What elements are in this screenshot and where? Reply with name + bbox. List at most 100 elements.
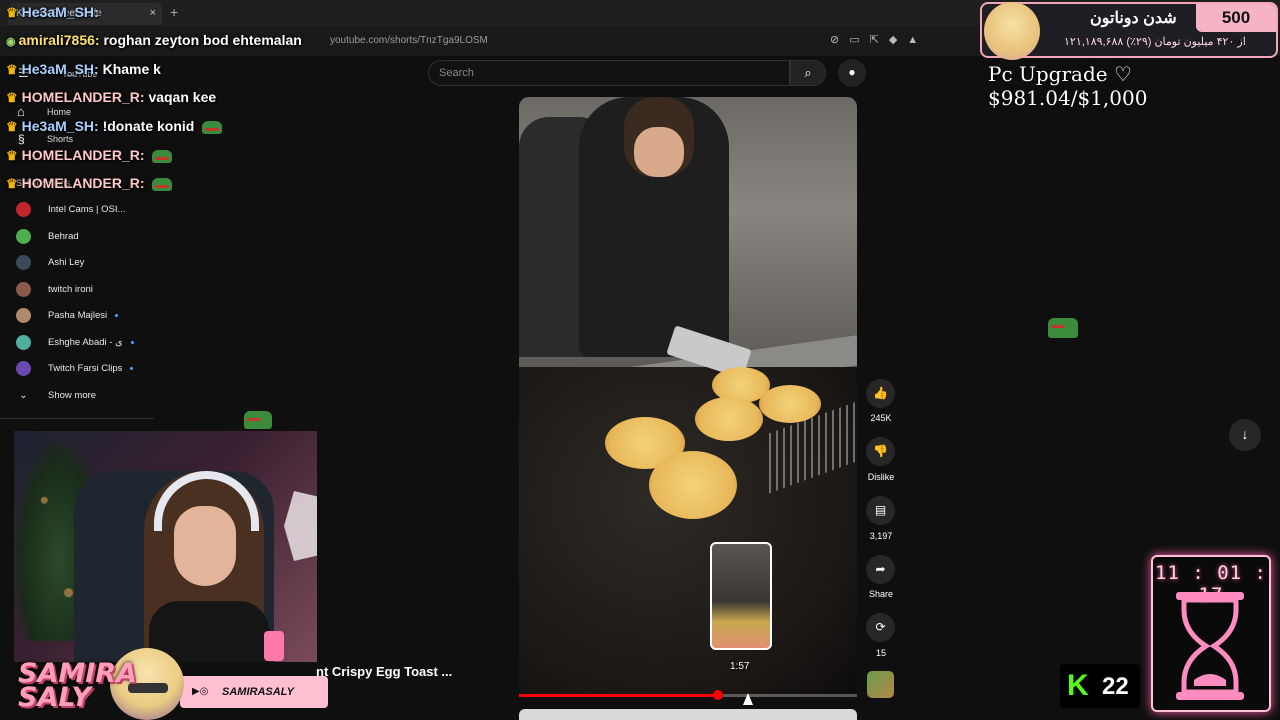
subscription-name: twitch ironi — [48, 283, 93, 295]
next-short-preview[interactable] — [519, 709, 857, 720]
subscription-item[interactable]: Eshghe Abadi - ی — [16, 333, 134, 351]
pepe-emote-icon — [152, 177, 173, 191]
chat-message: ♛ HOMELANDER_R: — [6, 147, 173, 164]
webcam-feed — [14, 431, 317, 662]
remix-icon[interactable]: ⟳ — [866, 613, 895, 642]
url-text[interactable]: youtube.com/shorts/TnzTga9LOSM — [330, 35, 488, 46]
subscription-item[interactable]: Behrad — [16, 227, 79, 245]
channel-avatar — [16, 307, 31, 323]
chat-username: He3aM_SH: — [21, 61, 99, 77]
like-icon[interactable]: 👍 — [866, 379, 895, 408]
chat-text: Khame k — [102, 61, 161, 77]
crown-icon: ♛ — [6, 176, 18, 191]
donation-progress-text: ۱۲۱,۱۸۹,۶۸۸ از ۴۲۰ میلیون تومان (۲۹٪) — [1064, 36, 1246, 48]
remix-count: 15 — [875, 648, 886, 658]
channel-avatar[interactable] — [867, 671, 894, 698]
microphone-icon[interactable]: ● — [838, 59, 866, 87]
subscription-item[interactable]: Intel Cams | OSI... — [16, 200, 125, 218]
youtube-instagram-icon: ▶◎ — [192, 686, 209, 697]
progress-scrubber[interactable] — [713, 690, 723, 700]
chat-text: !donate konid — [102, 118, 195, 134]
donation-amount: 500 — [1196, 4, 1276, 32]
short-title[interactable]: nt Crispy Egg Toast ... — [316, 664, 452, 679]
pepe-emote-icon — [152, 149, 173, 163]
crown-icon: ♛ — [6, 119, 18, 134]
channel-avatar — [16, 228, 31, 244]
crown-icon: ♛ — [6, 5, 18, 20]
subscription-name: Eshghe Abadi - ی — [48, 336, 123, 348]
search-icon[interactable]: ⌕ — [790, 60, 826, 86]
browser-extension-icons[interactable]: ⊘▭⇱◆▲ — [830, 33, 928, 46]
channel-avatar — [16, 281, 31, 297]
subscription-item[interactable]: Ashi Ley — [16, 253, 84, 271]
subscription-name: Pasha Majlesi — [48, 309, 108, 321]
subscription-item[interactable]: twitch ironi — [16, 280, 93, 298]
show-more-button[interactable]: ⌄ Show more — [16, 386, 96, 404]
donation-goal-text: Pc Upgrade ♡ $981.04/$1,000 — [988, 62, 1148, 110]
subscription-item[interactable]: Pasha Majlesi — [16, 306, 119, 324]
crown-icon: ♛ — [6, 62, 18, 77]
chat-message: ♛ He3aM_SH: !donate konid — [6, 118, 223, 135]
progress-fill — [519, 694, 718, 697]
subscription-name: Intel Cams | OSI... — [48, 203, 126, 215]
like-count: 245K — [870, 413, 892, 423]
chevron-down-icon: ⌄ — [19, 389, 28, 401]
streamer-avatar-icon — [984, 2, 1040, 60]
egg-pancake — [695, 397, 763, 441]
chat-message: ♛ HOMELANDER_R: — [6, 175, 173, 192]
chat-username: HOMELANDER_R: — [21, 89, 145, 105]
chat-username: He3aM_SH: — [21, 118, 99, 134]
pepe-emote-icon — [202, 120, 223, 134]
dislike-label: Dislike — [867, 472, 895, 482]
scrub-preview-thumbnail — [710, 542, 772, 650]
viewer-count: 22 — [1102, 673, 1129, 700]
subscription-name: Behrad — [48, 230, 79, 242]
chat-text: vaqan kee — [148, 89, 217, 105]
hourglass-icon — [1176, 592, 1244, 700]
egg-pancake — [649, 451, 737, 519]
share-icon[interactable]: ➦ — [866, 555, 895, 584]
donation-title: شدن دوناتون — [1090, 10, 1177, 27]
arrow-down-icon[interactable]: ↓ — [1229, 419, 1261, 451]
comment-icon[interactable]: ▤ — [866, 496, 895, 525]
kick-logo-icon: K — [1067, 669, 1089, 702]
share-label: Share — [868, 589, 894, 599]
chat-username: He3aM_SH: — [21, 4, 99, 20]
crown-icon: ♛ — [6, 148, 18, 163]
chat-message: ◉ amirali7856: roghan zeyton bod ehtemala… — [6, 32, 302, 48]
chat-text: roghan zeyton bod ehtemalan — [103, 32, 302, 48]
subscription-item[interactable]: Twitch Farsi Clips — [16, 359, 134, 377]
social-handle: SAMIRASALY — [222, 686, 294, 698]
nav-home[interactable]: Home — [47, 107, 71, 117]
search-input[interactable]: Search — [428, 60, 790, 86]
live-dot — [115, 313, 119, 317]
short-video-player[interactable] — [519, 97, 857, 697]
chat-message: ♛ HOMELANDER_R: vaqan kee — [6, 89, 216, 106]
chat-message: ♛ He3aM_SH: Khame k — [6, 61, 161, 78]
new-tab-button[interactable]: + — [170, 4, 178, 20]
tab-close-icon[interactable]: × — [150, 7, 156, 19]
streamer-logo: SAMIRA SALY — [18, 658, 137, 713]
chat-username: HOMELANDER_R: — [21, 147, 145, 163]
dislike-icon[interactable]: 👎 — [866, 437, 895, 466]
pepe-emote-icon — [1048, 318, 1079, 338]
comment-count: 3,197 — [869, 531, 893, 541]
pepe-emote-icon — [244, 411, 272, 429]
chat-username: amirali7856: — [18, 32, 100, 48]
chat-message: ♛ He3aM_SH: — [6, 4, 99, 21]
mouse-cursor-icon — [743, 693, 753, 705]
channel-avatar — [16, 334, 31, 350]
badge-icon: ◉ — [6, 36, 16, 48]
home-icon[interactable]: ⌂ — [17, 104, 25, 119]
subscription-name: Twitch Farsi Clips — [48, 362, 123, 374]
microphone-icon — [264, 631, 284, 661]
channel-avatar — [16, 201, 31, 217]
chat-username: HOMELANDER_R: — [21, 175, 145, 191]
show-more-label: Show more — [48, 389, 97, 401]
live-dot — [130, 366, 134, 370]
channel-avatar — [16, 254, 31, 270]
channel-avatar — [16, 360, 31, 376]
subscription-name: Ashi Ley — [48, 256, 85, 268]
sidebar-divider — [0, 418, 154, 419]
nav-shorts[interactable]: Shorts — [47, 134, 73, 144]
